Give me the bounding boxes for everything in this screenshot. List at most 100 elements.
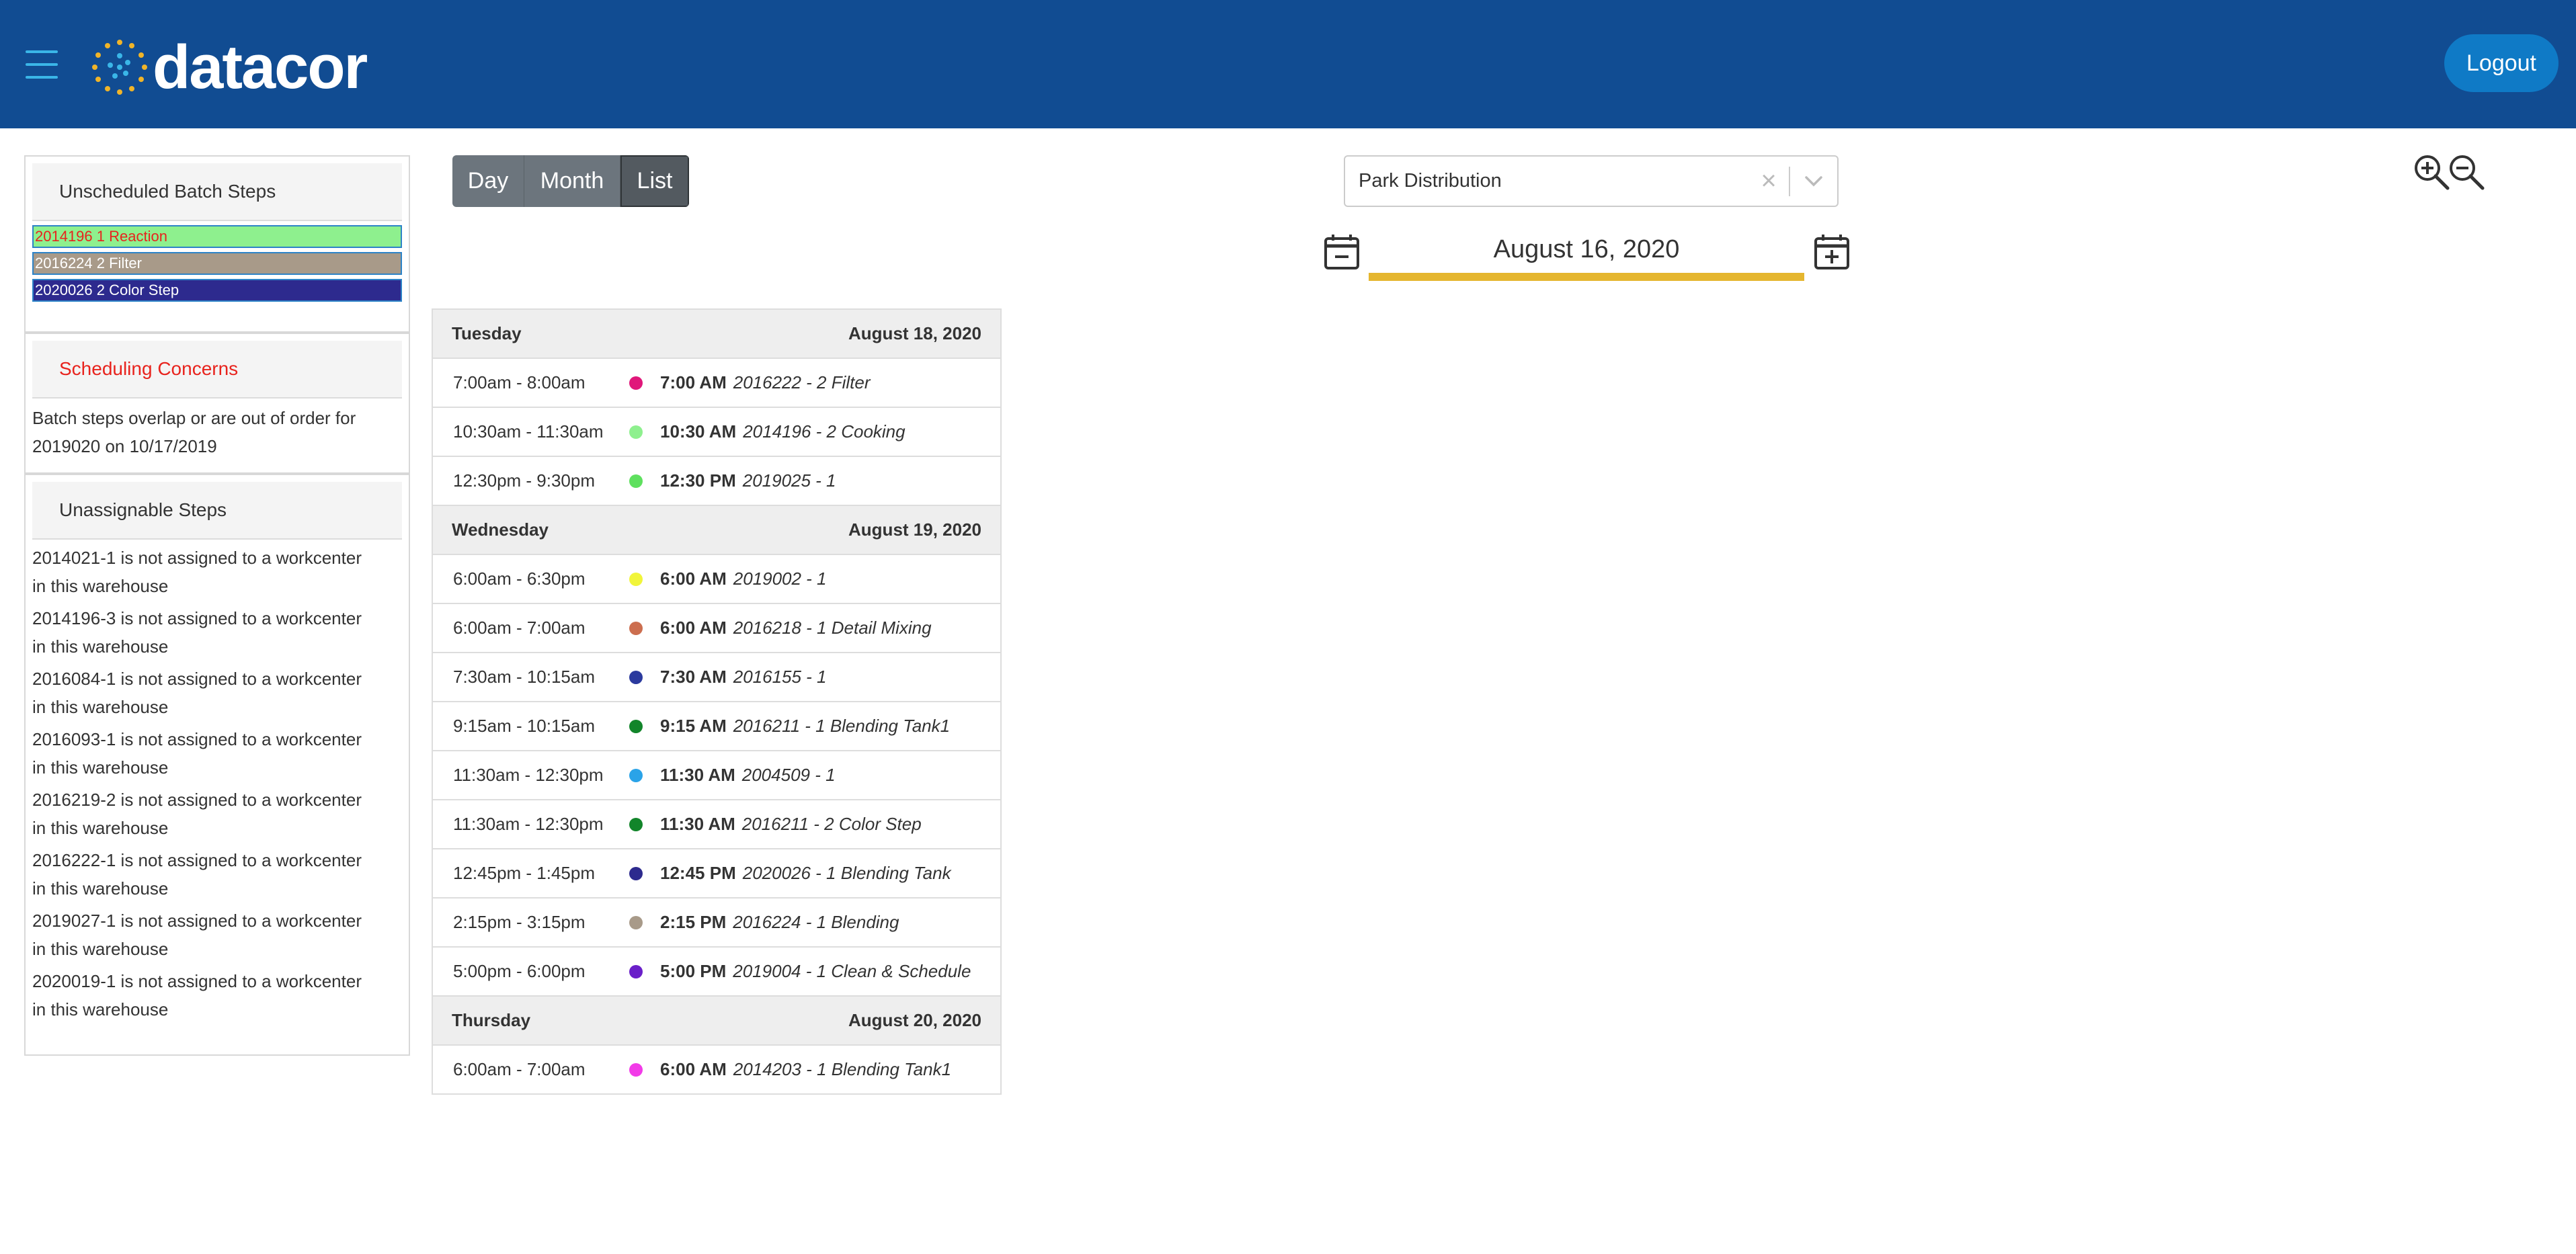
event-time-range: 11:30am - 12:30pm (453, 765, 604, 785)
day-date: August 18, 2020 (848, 323, 981, 343)
event-color-dot-icon (629, 621, 643, 635)
event-start-time: 6:00 AM (660, 1059, 727, 1079)
event-title: 2019004 - 1 Clean & Schedule (733, 961, 971, 981)
event-time-range: 7:30am - 10:15am (453, 667, 596, 687)
event-start-time: 11:30 AM (660, 765, 735, 785)
warehouse-select[interactable]: Park Distribution × (1344, 155, 1839, 207)
event-title: 2019025 - 1 (742, 470, 836, 491)
datacor-logo-icon (92, 40, 147, 95)
unscheduled-step-item[interactable]: 2020026 2 Color Step (32, 279, 402, 302)
day-weekday: Wednesday (452, 519, 549, 540)
event-time-range: 12:45pm - 1:45pm (453, 863, 596, 883)
event-time-range: 6:00am - 7:00am (453, 1059, 586, 1079)
logo: datacor (91, 36, 368, 98)
unassignable-line: 2020019-1 is not assigned to a workcente… (32, 971, 362, 991)
view-switcher: Day Month List (452, 155, 689, 207)
next-date-icon[interactable] (1813, 233, 1851, 270)
event-color-dot-icon (629, 572, 643, 586)
event-color-dot-icon (629, 915, 643, 929)
event-time-range: 5:00pm - 6:00pm (453, 961, 586, 981)
day-weekday: Thursday (452, 1010, 531, 1030)
unassignable-line: 2016084-1 is not assigned to a workcente… (32, 669, 362, 689)
event-row[interactable]: 2:15pm - 3:15pm 2:15 PM 2016224 - 1 Blendi… (433, 898, 1000, 948)
unassignable-header: Unassignable Steps (32, 482, 402, 540)
event-title: 2004509 - 1 (741, 765, 836, 785)
event-color-dot-icon (629, 474, 643, 488)
unassignable-item: 2014021-1 is not assigned to a workcente… (26, 540, 409, 600)
event-start-time: 6:00 AM (660, 618, 727, 638)
event-color-dot-icon (629, 964, 643, 978)
event-row[interactable]: 11:30am - 12:30pm 11:30 AM 2004509 - 1 (433, 751, 1000, 800)
day-date: August 19, 2020 (848, 519, 981, 540)
unassignable-list: 2014021-1 is not assigned to a workcente… (26, 540, 409, 1023)
event-row[interactable]: 6:00am - 6:30pm 6:00 AM 2019002 - 1 (433, 555, 1000, 604)
event-row[interactable]: 5:00pm - 6:00pm 5:00 PM 2019004 - 1 Clean … (433, 948, 1000, 997)
event-row[interactable]: 6:00am - 7:00am 6:00 AM 2014203 - 1 Blendi… (433, 1046, 1000, 1093)
day-header-row: Wednesday August 19, 2020 (433, 506, 1000, 555)
event-row[interactable]: 10:30am - 11:30am 10:30 AM 2014196 - 2 Coo… (433, 408, 1000, 457)
event-start-time: 2:15 PM (660, 912, 727, 932)
event-color-dot-icon (629, 817, 643, 831)
menu-icon[interactable] (26, 50, 58, 80)
chevron-down-icon[interactable] (1790, 175, 1837, 187)
event-start-time: 12:45 PM (660, 863, 736, 883)
event-color-dot-icon (629, 719, 643, 733)
event-row[interactable]: 6:00am - 7:00am 6:00 AM 2016218 - 1 Detail… (433, 604, 1000, 653)
event-row[interactable]: 12:45pm - 1:45pm 12:45 PM 2020026 - 1 Blen… (433, 849, 1000, 898)
unassignable-item: 2016219-2 is not assigned to a workcente… (26, 782, 409, 842)
event-color-dot-icon (629, 376, 643, 390)
event-color-dot-icon (629, 670, 643, 684)
event-row[interactable]: 9:15am - 10:15am 9:15 AM 2016211 - 1 Blend… (433, 702, 1000, 751)
unassignable-item: 2014196-3 is not assigned to a workcente… (26, 600, 409, 661)
unassignable-line: in this warehouse (32, 576, 169, 596)
concern-text: Batch steps overlap or are out of order … (26, 399, 409, 460)
event-title: 2014196 - 2 Cooking (743, 421, 905, 442)
event-time-range: 9:15am - 10:15am (453, 716, 596, 736)
unscheduled-panel: Unscheduled Batch Steps 2014196 1 Reacti… (24, 155, 410, 333)
event-title: 2016224 - 1 Blending (733, 912, 899, 932)
event-start-time: 7:30 AM (660, 667, 727, 687)
event-time-range: 6:00am - 6:30pm (453, 569, 586, 589)
unassignable-line: 2016219-2 is not assigned to a workcente… (32, 790, 362, 810)
event-list: Tuesday August 18, 2020 7:00am - 8:00am 7:0… (432, 308, 1002, 1095)
event-title: 2016211 - 1 Blending Tank1 (733, 716, 951, 736)
unassignable-panel: Unassignable Steps 2014021-1 is not assi… (24, 474, 410, 1056)
event-color-dot-icon (629, 1062, 643, 1077)
warehouse-select-value[interactable]: Park Distribution (1345, 170, 1748, 192)
previous-date-icon[interactable] (1323, 233, 1361, 270)
unassignable-line: in this warehouse (32, 878, 169, 898)
view-month-button[interactable]: Month (524, 155, 620, 207)
clear-icon[interactable]: × (1748, 166, 1789, 196)
event-start-time: 6:00 AM (660, 569, 727, 589)
event-time-range: 10:30am - 11:30am (453, 421, 604, 442)
unassignable-line: in this warehouse (32, 818, 169, 838)
view-day-button[interactable]: Day (452, 155, 524, 207)
unassignable-line: in this warehouse (32, 999, 169, 1019)
event-row[interactable]: 11:30am - 12:30pm 11:30 AM 2016211 - 2 Col… (433, 800, 1000, 849)
event-row[interactable]: 7:00am - 8:00am 7:00 AM 2016222 - 2 Filter (433, 359, 1000, 408)
event-title: 2016211 - 2 Color Step (741, 814, 922, 834)
logout-button[interactable]: Logout (2444, 34, 2559, 92)
top-bar: datacor Logout (0, 0, 2576, 128)
event-title: 2016218 - 1 Detail Mixing (733, 618, 932, 638)
day-header-row: Tuesday August 18, 2020 (433, 310, 1000, 359)
day-weekday: Tuesday (452, 323, 522, 343)
unassignable-item: 2016222-1 is not assigned to a workcente… (26, 842, 409, 903)
event-time-range: 11:30am - 12:30pm (453, 814, 604, 834)
event-start-time: 12:30 PM (660, 470, 736, 491)
unassignable-item: 2016084-1 is not assigned to a workcente… (26, 661, 409, 721)
unscheduled-step-item[interactable]: 2014196 1 Reaction (32, 225, 402, 248)
unassignable-line: 2016093-1 is not assigned to a workcente… (32, 729, 362, 749)
event-row[interactable]: 7:30am - 10:15am 7:30 AM 2016155 - 1 (433, 653, 1000, 702)
event-color-dot-icon (629, 866, 643, 880)
zoom-in-icon[interactable] (2413, 153, 2450, 191)
view-list-button[interactable]: List (620, 155, 689, 207)
unassignable-line: 2014021-1 is not assigned to a workcente… (32, 548, 362, 568)
zoom-out-icon[interactable] (2448, 153, 2485, 191)
unscheduled-list: 2014196 1 Reaction 2016224 2 Filter 202002… (26, 225, 409, 302)
event-title: 2019002 - 1 (733, 569, 827, 589)
event-row[interactable]: 12:30pm - 9:30pm 12:30 PM 2019025 - 1 (433, 457, 1000, 506)
event-title: 2020026 - 1 Blending Tank (742, 863, 951, 883)
unassignable-line: in this warehouse (32, 697, 169, 717)
unscheduled-step-item[interactable]: 2016224 2 Filter (32, 252, 402, 275)
